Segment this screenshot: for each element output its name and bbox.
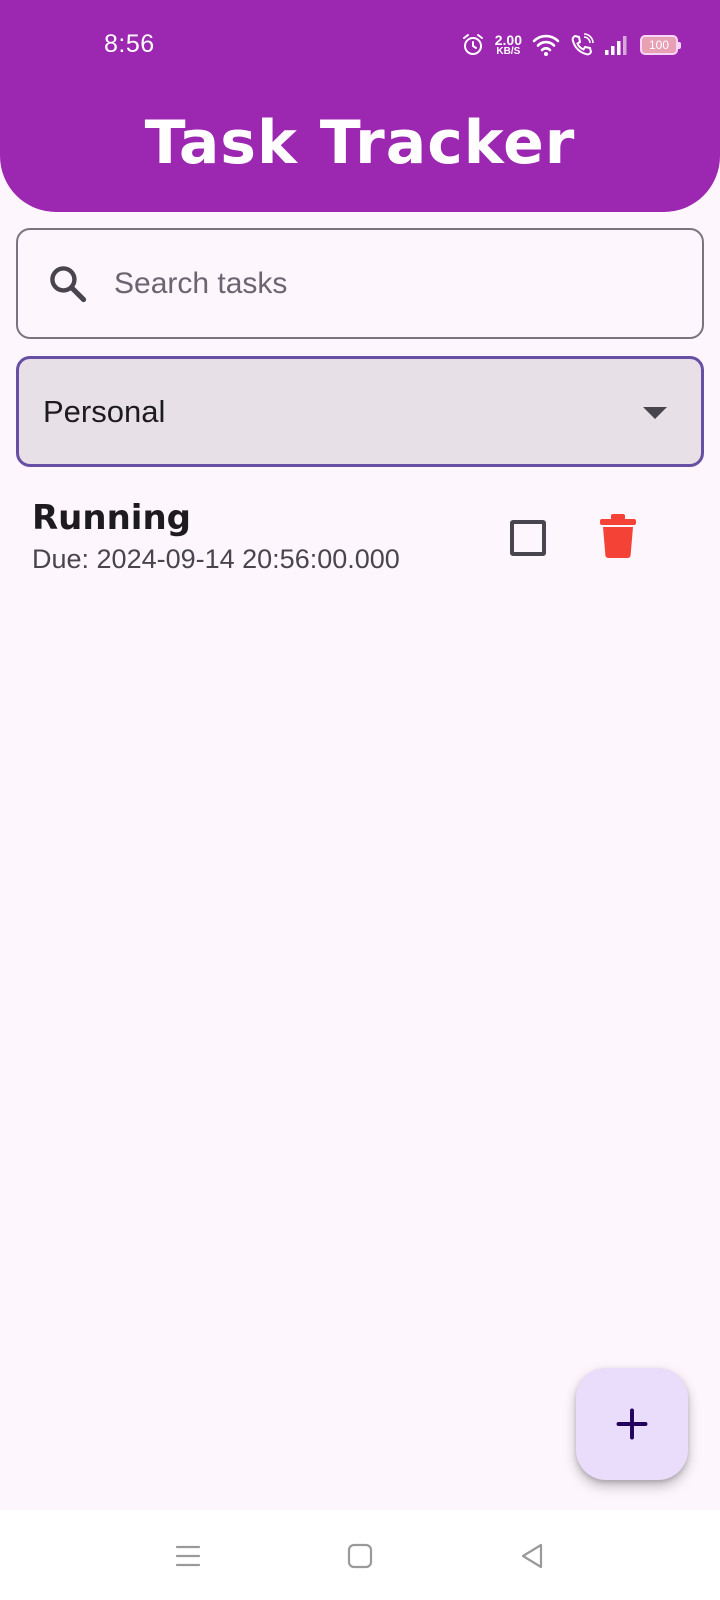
plus-icon — [616, 1408, 648, 1440]
battery-level: 100 — [648, 38, 670, 52]
status-icons: 2.00 KB/S 100 — [461, 30, 681, 60]
net-speed-value: 2.00 — [494, 32, 522, 48]
menu-icon[interactable] — [174, 1542, 202, 1570]
signal-icon — [605, 36, 627, 55]
net-speed-unit: KB/S — [496, 46, 521, 57]
page-title: Task Tracker — [144, 108, 576, 178]
alarm-icon — [462, 34, 483, 55]
status-bar: 8:56 2.00 KB/S 100 — [0, 0, 720, 90]
back-icon[interactable] — [518, 1542, 546, 1570]
trash-icon[interactable] — [598, 514, 638, 558]
task-due: Due: 2024-09-14 20:56:00.000 — [32, 544, 400, 574]
battery-icon: 100 — [640, 35, 681, 55]
search-icon — [50, 265, 87, 302]
category-selected: Personal — [43, 393, 166, 429]
add-task-button[interactable] — [576, 1368, 688, 1480]
task-name: Running — [32, 498, 191, 538]
task-item: Running Due: 2024-09-14 20:56:00.000 — [32, 496, 692, 596]
home-icon[interactable] — [346, 1542, 374, 1570]
app-bar: 8:56 2.00 KB/S 100 Task Tracker — [0, 0, 720, 212]
screen: 8:56 2.00 KB/S 100 Task Tracker Search t… — [0, 0, 720, 1600]
system-nav-bar — [0, 1510, 720, 1600]
wifi-icon — [532, 34, 560, 56]
search-field[interactable] — [16, 228, 704, 339]
category-dropdown[interactable]: Personal — [16, 356, 704, 467]
arrow-drop-down-icon — [643, 407, 667, 419]
net-speed: 2.00 KB/S — [495, 33, 522, 57]
status-time: 8:56 — [104, 30, 155, 58]
wifi-call-icon — [571, 33, 594, 56]
search-input[interactable] — [114, 266, 634, 301]
task-done-checkbox[interactable] — [510, 520, 546, 556]
